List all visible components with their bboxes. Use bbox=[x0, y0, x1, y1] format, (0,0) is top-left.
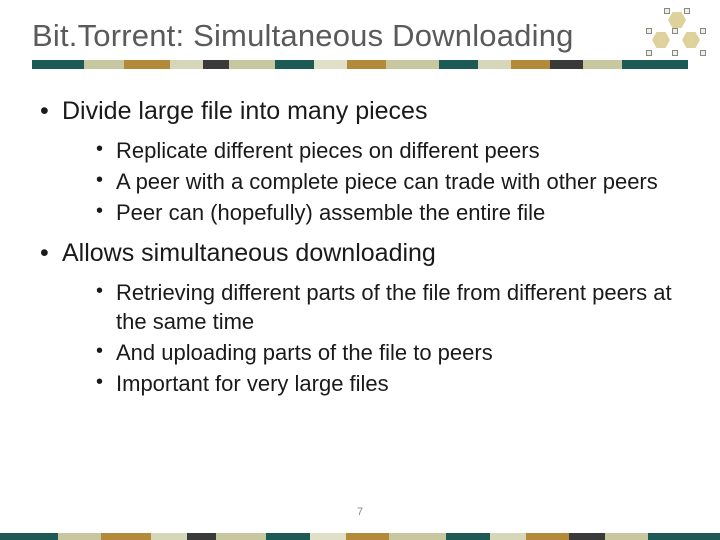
bullet-list: Divide large file into many pieces Repli… bbox=[32, 97, 688, 398]
bullet-level2: Peer can (hopefully) assemble the entire… bbox=[96, 198, 688, 227]
bullet-level2: Important for very large files bbox=[96, 369, 688, 398]
title-divider-stripe bbox=[32, 60, 688, 69]
bullet-text: Allows simultaneous downloading bbox=[62, 239, 436, 267]
page-number: 7 bbox=[0, 506, 720, 518]
bullet-level2: Retrieving different parts of the file f… bbox=[96, 278, 688, 336]
bullet-level2: Replicate different pieces on different … bbox=[96, 136, 688, 165]
sub-bullet-list: Retrieving different parts of the file f… bbox=[62, 278, 688, 398]
slide: Bit.Torrent: Simultaneous Downloading Di… bbox=[0, 0, 720, 540]
bullet-text: Divide large file into many pieces bbox=[62, 97, 427, 125]
bullet-level1: Divide large file into many pieces Repli… bbox=[38, 97, 688, 227]
bullet-level2: And uploading parts of the file to peers bbox=[96, 338, 688, 367]
bullet-level1: Allows simultaneous downloading Retrievi… bbox=[38, 239, 688, 398]
network-diagram-icon bbox=[644, 10, 710, 62]
bullet-level2: A peer with a complete piece can trade w… bbox=[96, 167, 688, 196]
sub-bullet-list: Replicate different pieces on different … bbox=[62, 136, 688, 227]
footer-stripe bbox=[0, 533, 720, 540]
slide-title: Bit.Torrent: Simultaneous Downloading bbox=[32, 18, 688, 54]
